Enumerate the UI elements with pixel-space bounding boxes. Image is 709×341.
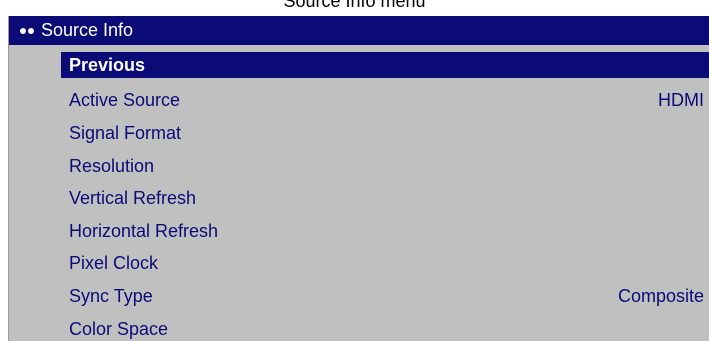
- menu-item-signal-format[interactable]: Signal Format: [9, 117, 709, 150]
- menu-item-label: Previous: [69, 55, 146, 75]
- menu-item-horizontal-refresh[interactable]: Horizontal Refresh: [9, 215, 709, 248]
- menu-item-previous[interactable]: Previous: [9, 52, 709, 85]
- menu-item-label: Resolution: [69, 155, 155, 176]
- menu-item-label: Vertical Refresh: [69, 188, 197, 209]
- menu-item-label: Color Space: [69, 318, 169, 339]
- menu-item-label: Pixel Clock: [69, 253, 159, 274]
- menu-list: Previous Active Source HDMI Signal Forma…: [9, 52, 709, 341]
- menu-item-label: Horizontal Refresh: [69, 220, 219, 241]
- menu-item-label: Signal Format: [69, 122, 182, 143]
- menu-level-dots-icon: [20, 27, 36, 34]
- menu-header: Source Info: [9, 16, 709, 45]
- page-caption: Source Info menu: [0, 0, 709, 8]
- menu-item-active-source[interactable]: Active Source HDMI: [9, 85, 709, 118]
- menu-item-resolution[interactable]: Resolution: [9, 150, 709, 183]
- selection-highlight: [61, 52, 709, 78]
- menu-item-vertical-refresh[interactable]: Vertical Refresh: [9, 182, 709, 215]
- osd-menu-panel: Source Info Previous Active Source HDMI …: [8, 16, 709, 341]
- menu-item-value: Composite: [617, 285, 704, 306]
- menu-item-value: HDMI: [658, 90, 704, 111]
- menu-item-label: Active Source: [69, 90, 181, 111]
- menu-item-pixel-clock[interactable]: Pixel Clock: [9, 248, 709, 281]
- menu-title: Source Info: [41, 20, 134, 40]
- menu-item-color-space[interactable]: Color Space: [9, 313, 709, 341]
- menu-item-label: Sync Type: [69, 285, 153, 306]
- menu-item-sync-type[interactable]: Sync Type Composite: [9, 280, 709, 313]
